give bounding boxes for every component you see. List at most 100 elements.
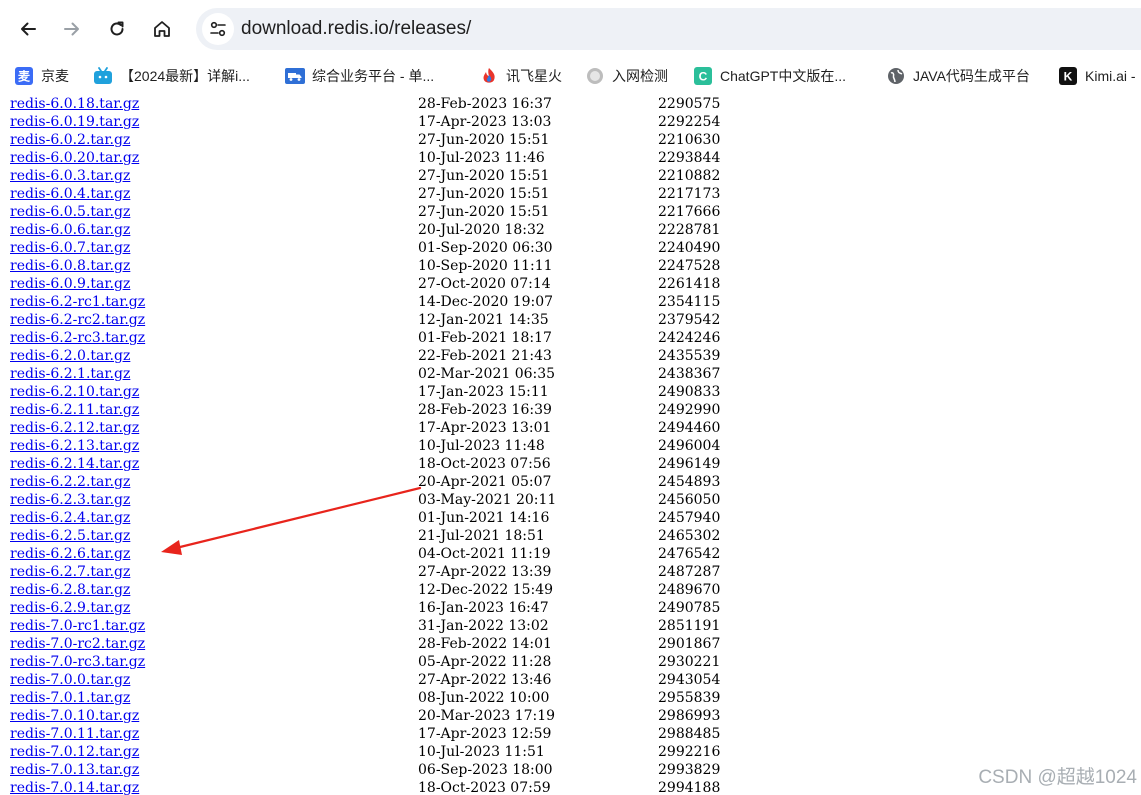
file-link[interactable]: redis-6.2.8.tar.gz	[10, 581, 130, 599]
back-button[interactable]	[11, 12, 45, 46]
bookmark-label: 【2024最新】详解i...	[120, 68, 250, 84]
file-date: 31-Jan-2022 13:02	[418, 618, 549, 634]
home-button[interactable]	[145, 12, 179, 46]
file-date: 12-Dec-2022 15:49	[418, 582, 554, 598]
file-date: 08-Jun-2022 10:00	[418, 690, 550, 706]
file-link[interactable]: redis-6.0.3.tar.gz	[10, 167, 130, 185]
file-link[interactable]: redis-7.0.11.tar.gz	[10, 725, 139, 743]
file-link[interactable]: redis-7.0-rc1.tar.gz	[10, 617, 145, 635]
file-link[interactable]: redis-7.0.14.tar.gz	[10, 779, 139, 795]
file-date: 27-Jun-2020 15:51	[418, 132, 550, 148]
file-date: 10-Sep-2020 11:11	[418, 258, 553, 274]
file-date: 21-Jul-2021 18:51	[418, 528, 545, 544]
file-size: 2465302	[658, 528, 721, 544]
file-link[interactable]: redis-6.2.2.tar.gz	[10, 473, 130, 491]
bookmarks-bar: 麦京麦 【2024最新】详解i... 综合业务平台 - 单... 讯飞星火 入网检测 C C…	[0, 62, 1141, 90]
file-link[interactable]: redis-7.0.1.tar.gz	[10, 689, 130, 707]
file-link[interactable]: redis-6.0.8.tar.gz	[10, 257, 130, 275]
file-link[interactable]: redis-6.0.19.tar.gz	[10, 113, 139, 131]
file-size: 2492990	[658, 402, 721, 418]
bookmark-item[interactable]: 综合业务平台 - 单...	[285, 65, 434, 87]
file-link[interactable]: redis-6.2-rc1.tar.gz	[10, 293, 145, 311]
table-row: redis-6.0.4.tar.gz 27-Jun-2020 15:51 22171…	[0, 185, 1141, 203]
file-link[interactable]: redis-6.2.4.tar.gz	[10, 509, 130, 527]
file-link[interactable]: redis-6.2.13.tar.gz	[10, 437, 139, 455]
file-link[interactable]: redis-6.0.2.tar.gz	[10, 131, 130, 149]
file-link[interactable]: redis-6.0.7.tar.gz	[10, 239, 130, 257]
file-date: 28-Feb-2023 16:39	[418, 402, 552, 418]
file-link[interactable]: redis-7.0.12.tar.gz	[10, 743, 139, 761]
browser-toolbar: download.redis.io/releases/ 麦京麦 【2024最新】详…	[0, 0, 1141, 95]
gray-badge-icon	[585, 66, 605, 86]
file-link[interactable]: redis-6.0.18.tar.gz	[10, 95, 139, 113]
file-link[interactable]: redis-7.0.10.tar.gz	[10, 707, 139, 725]
file-size: 2354115	[658, 294, 721, 310]
file-link[interactable]: redis-6.2.6.tar.gz	[10, 545, 130, 563]
file-link[interactable]: redis-6.0.6.tar.gz	[10, 221, 130, 239]
table-row: redis-6.2-rc2.tar.gz 12-Jan-2021 14:35 237…	[0, 311, 1141, 329]
bookmark-item[interactable]: K Kimi.ai -	[1058, 65, 1136, 87]
table-row: redis-6.0.5.tar.gz 27-Jun-2020 15:51 22176…	[0, 203, 1141, 221]
file-link[interactable]: redis-6.2.3.tar.gz	[10, 491, 130, 509]
site-info-button[interactable]	[202, 13, 234, 45]
table-row: redis-7.0.0.tar.gz 27-Apr-2022 13:46 29430…	[0, 671, 1141, 689]
forward-button[interactable]	[55, 12, 89, 46]
file-link[interactable]: redis-6.2.11.tar.gz	[10, 401, 139, 419]
file-date: 27-Apr-2022 13:46	[418, 672, 552, 688]
file-link[interactable]: redis-6.0.5.tar.gz	[10, 203, 130, 221]
file-size: 2955839	[658, 690, 721, 706]
file-link[interactable]: redis-6.2.7.tar.gz	[10, 563, 130, 581]
file-date: 20-Mar-2023 17:19	[418, 708, 556, 724]
bookmark-item[interactable]: JAVA代码生成平台	[886, 65, 1030, 87]
table-row: redis-6.2.4.tar.gz 01-Jun-2021 14:16 24579…	[0, 509, 1141, 527]
file-link[interactable]: redis-6.2.12.tar.gz	[10, 419, 139, 437]
file-link[interactable]: redis-6.2.10.tar.gz	[10, 383, 139, 401]
file-date: 17-Apr-2023 12:59	[418, 726, 552, 742]
file-link[interactable]: redis-6.2-rc2.tar.gz	[10, 311, 145, 329]
file-link[interactable]: redis-7.0-rc2.tar.gz	[10, 635, 145, 653]
bookmark-label: 讯飞星火	[506, 68, 562, 84]
file-date: 22-Feb-2021 21:43	[418, 348, 552, 364]
reload-button[interactable]	[100, 12, 134, 46]
file-link[interactable]: redis-6.2.14.tar.gz	[10, 455, 139, 473]
file-date: 20-Apr-2021 05:07	[418, 474, 552, 490]
file-link[interactable]: redis-6.2.0.tar.gz	[10, 347, 130, 365]
table-row: redis-7.0.14.tar.gz 18-Oct-2023 07:59 2994…	[0, 779, 1141, 795]
file-size: 2489670	[658, 582, 721, 598]
svg-text:麦: 麦	[18, 69, 31, 84]
file-size: 2261418	[658, 276, 721, 292]
bookmark-item[interactable]: C ChatGPT中文版在...	[693, 65, 846, 87]
bookmark-item[interactable]: 麦京麦	[14, 65, 69, 87]
table-row: redis-6.0.18.tar.gz 28-Feb-2023 16:37 2290…	[0, 95, 1141, 113]
file-link[interactable]: redis-6.0.20.tar.gz	[10, 149, 139, 167]
file-link[interactable]: redis-6.2-rc3.tar.gz	[10, 329, 145, 347]
file-date: 03-May-2021 20:11	[418, 492, 557, 508]
file-link[interactable]: redis-7.0-rc3.tar.gz	[10, 653, 145, 671]
reload-icon	[110, 21, 124, 36]
bookmark-item[interactable]: 讯飞星火	[479, 65, 562, 87]
bookmark-item[interactable]: 入网检测	[585, 65, 668, 87]
file-link[interactable]: redis-6.2.5.tar.gz	[10, 527, 130, 545]
table-row: redis-7.0.10.tar.gz 20-Mar-2023 17:19 2986…	[0, 707, 1141, 725]
file-link[interactable]: redis-7.0.0.tar.gz	[10, 671, 130, 689]
file-link[interactable]: redis-6.0.9.tar.gz	[10, 275, 130, 293]
table-row: redis-6.2.0.tar.gz 22-Feb-2021 21:43 24355…	[0, 347, 1141, 365]
bookmark-item[interactable]: 【2024最新】详解i...	[93, 65, 250, 87]
file-size: 2476542	[658, 546, 721, 562]
file-size: 2496004	[658, 438, 721, 454]
address-bar[interactable]: download.redis.io/releases/	[196, 8, 1141, 50]
file-size: 2217666	[658, 204, 721, 220]
kimi-icon: K	[1058, 66, 1078, 86]
file-date: 16-Jan-2023 16:47	[418, 600, 549, 616]
file-link[interactable]: redis-6.2.1.tar.gz	[10, 365, 130, 383]
watermark: CSDN @超越1024	[978, 767, 1137, 788]
file-date: 10-Jul-2023 11:51	[418, 744, 545, 760]
table-row: redis-7.0.1.tar.gz 08-Jun-2022 10:00 29558…	[0, 689, 1141, 707]
address-url[interactable]: download.redis.io/releases/	[241, 18, 471, 40]
file-link[interactable]: redis-6.0.4.tar.gz	[10, 185, 130, 203]
file-link[interactable]: redis-6.2.9.tar.gz	[10, 599, 130, 617]
file-size: 2496149	[658, 456, 721, 472]
file-link[interactable]: redis-7.0.13.tar.gz	[10, 761, 139, 779]
svg-text:K: K	[1064, 70, 1073, 84]
file-size: 2424246	[658, 330, 721, 346]
